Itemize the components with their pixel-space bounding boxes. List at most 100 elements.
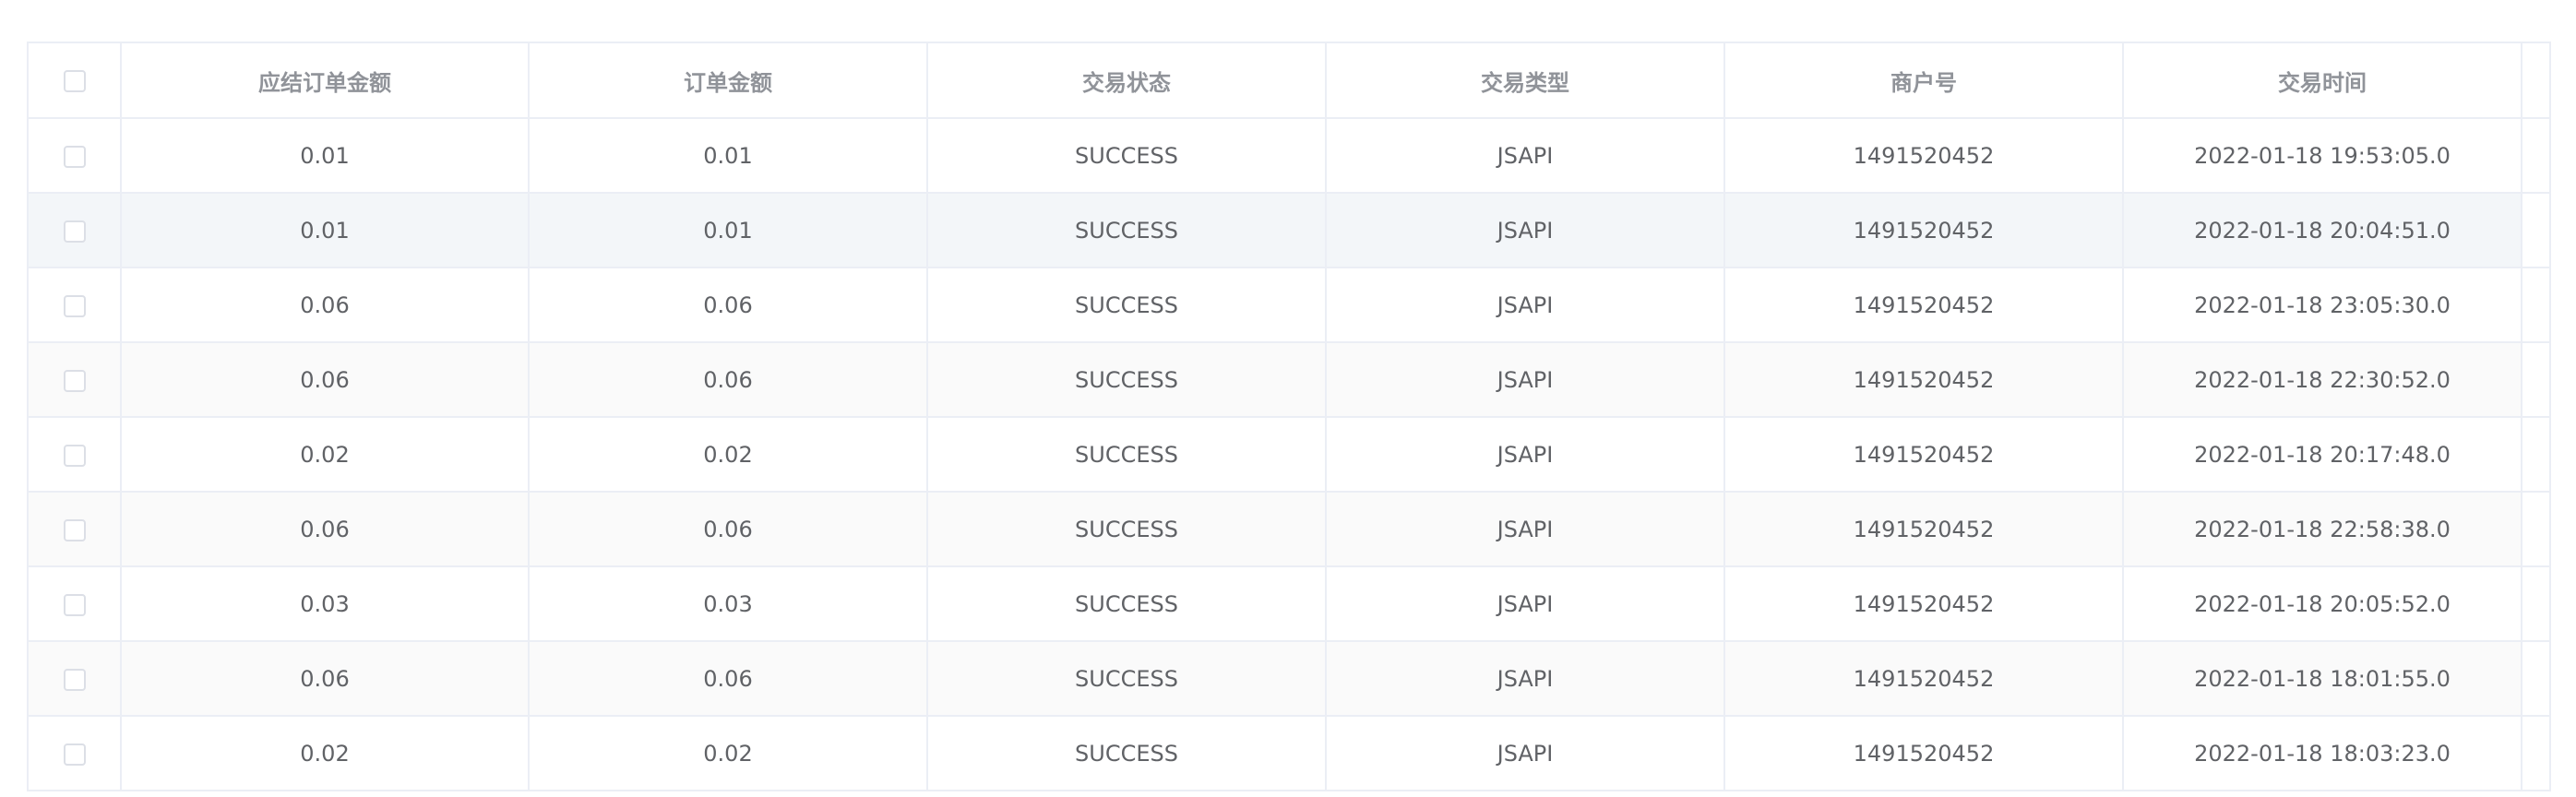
row-select-cell <box>29 268 122 343</box>
row-checkbox[interactable] <box>63 668 86 691</box>
cell-order-amount: 0.06 <box>529 641 928 717</box>
table-gutter <box>2522 118 2549 194</box>
row-select-cell <box>29 342 122 418</box>
cell-settlement-amount: 0.01 <box>121 118 530 194</box>
cell-merchant-id: 1491520452 <box>1724 342 2124 418</box>
column-header-trade-time[interactable]: 交易时间 <box>2123 43 2522 119</box>
table-gutter <box>2522 43 2549 119</box>
cell-order-amount: 0.06 <box>529 342 928 418</box>
table-row[interactable]: 0.02 0.02 SUCCESS JSAPI 1491520452 2022-01-18… <box>29 417 2549 493</box>
cell-order-amount: 0.02 <box>529 716 928 790</box>
cell-trade-type: JSAPI <box>1326 641 1725 717</box>
table-row[interactable]: 0.01 0.01 SUCCESS JSAPI 1491520452 2022-01-18… <box>29 118 2549 194</box>
cell-settlement-amount: 0.01 <box>121 193 530 268</box>
cell-merchant-id: 1491520452 <box>1724 716 2124 790</box>
cell-order-amount: 0.01 <box>529 118 928 194</box>
table-gutter <box>2522 342 2549 418</box>
cell-trade-time: 2022-01-18 20:17:48.0 <box>2123 417 2522 493</box>
cell-trade-time: 2022-01-18 20:05:52.0 <box>2123 566 2522 642</box>
transactions-table: 应结订单金额 订单金额 交易状态 交易类型 商户号 交易时间 0.01 0.01 S… <box>27 42 2551 791</box>
cell-trade-status: SUCCESS <box>927 268 1327 343</box>
table-gutter <box>2522 193 2549 268</box>
row-checkbox[interactable] <box>63 593 86 616</box>
row-select-cell <box>29 716 122 790</box>
column-header-trade-type[interactable]: 交易类型 <box>1326 43 1725 119</box>
cell-trade-status: SUCCESS <box>927 716 1327 790</box>
column-header-merchant-id[interactable]: 商户号 <box>1724 43 2124 119</box>
column-header-settlement-amount[interactable]: 应结订单金额 <box>121 43 530 119</box>
cell-settlement-amount: 0.06 <box>121 492 530 567</box>
cell-trade-type: JSAPI <box>1326 417 1725 493</box>
cell-trade-status: SUCCESS <box>927 118 1327 194</box>
cell-order-amount: 0.02 <box>529 417 928 493</box>
table-row[interactable]: 0.02 0.02 SUCCESS JSAPI 1491520452 2022-01-18… <box>29 716 2549 790</box>
row-checkbox[interactable] <box>63 444 86 467</box>
table-row[interactable]: 0.06 0.06 SUCCESS JSAPI 1491520452 2022-01-18… <box>29 342 2549 418</box>
row-select-cell <box>29 417 122 493</box>
cell-trade-time: 2022-01-18 18:03:23.0 <box>2123 716 2522 790</box>
cell-order-amount: 0.03 <box>529 566 928 642</box>
table-gutter <box>2522 417 2549 493</box>
page: 应结订单金额 订单金额 交易状态 交易类型 商户号 交易时间 0.01 0.01 S… <box>0 0 2576 797</box>
cell-merchant-id: 1491520452 <box>1724 566 2124 642</box>
cell-order-amount: 0.01 <box>529 193 928 268</box>
cell-trade-time: 2022-01-18 19:53:05.0 <box>2123 118 2522 194</box>
cell-merchant-id: 1491520452 <box>1724 268 2124 343</box>
transactions-table-grid: 应结订单金额 订单金额 交易状态 交易类型 商户号 交易时间 0.01 0.01 S… <box>29 43 2549 790</box>
table-row[interactable]: 0.01 0.01 SUCCESS JSAPI 1491520452 2022-01-18… <box>29 193 2549 268</box>
table-gutter <box>2522 566 2549 642</box>
table-gutter <box>2522 268 2549 343</box>
table-row[interactable]: 0.03 0.03 SUCCESS JSAPI 1491520452 2022-01-18… <box>29 566 2549 642</box>
cell-settlement-amount: 0.03 <box>121 566 530 642</box>
row-checkbox[interactable] <box>63 743 86 766</box>
cell-settlement-amount: 0.06 <box>121 342 530 418</box>
row-select-cell <box>29 566 122 642</box>
cell-merchant-id: 1491520452 <box>1724 492 2124 567</box>
cell-merchant-id: 1491520452 <box>1724 641 2124 717</box>
row-checkbox[interactable] <box>63 220 86 243</box>
cell-trade-type: JSAPI <box>1326 566 1725 642</box>
row-checkbox[interactable] <box>63 294 86 317</box>
row-checkbox[interactable] <box>63 145 86 168</box>
column-header-trade-status[interactable]: 交易状态 <box>927 43 1327 119</box>
cell-order-amount: 0.06 <box>529 492 928 567</box>
cell-trade-time: 2022-01-18 23:05:30.0 <box>2123 268 2522 343</box>
cell-trade-status: SUCCESS <box>927 417 1327 493</box>
cell-merchant-id: 1491520452 <box>1724 193 2124 268</box>
cell-settlement-amount: 0.02 <box>121 716 530 790</box>
select-all-cell <box>29 43 122 119</box>
cell-trade-time: 2022-01-18 20:04:51.0 <box>2123 193 2522 268</box>
select-all-checkbox[interactable] <box>63 70 86 92</box>
cell-merchant-id: 1491520452 <box>1724 417 2124 493</box>
cell-trade-type: JSAPI <box>1326 492 1725 567</box>
cell-trade-type: JSAPI <box>1326 268 1725 343</box>
cell-trade-type: JSAPI <box>1326 716 1725 790</box>
row-select-cell <box>29 641 122 717</box>
cell-trade-status: SUCCESS <box>927 641 1327 717</box>
cell-trade-time: 2022-01-18 22:30:52.0 <box>2123 342 2522 418</box>
column-header-order-amount[interactable]: 订单金额 <box>529 43 928 119</box>
cell-merchant-id: 1491520452 <box>1724 118 2124 194</box>
cell-settlement-amount: 0.06 <box>121 641 530 717</box>
table-gutter <box>2522 492 2549 567</box>
cell-trade-time: 2022-01-18 22:58:38.0 <box>2123 492 2522 567</box>
row-checkbox[interactable] <box>63 518 86 541</box>
row-select-cell <box>29 118 122 194</box>
cell-trade-status: SUCCESS <box>927 566 1327 642</box>
row-checkbox[interactable] <box>63 369 86 392</box>
cell-trade-status: SUCCESS <box>927 492 1327 567</box>
cell-trade-status: SUCCESS <box>927 193 1327 268</box>
cell-trade-type: JSAPI <box>1326 193 1725 268</box>
table-body: 0.01 0.01 SUCCESS JSAPI 1491520452 2022-01-18… <box>29 118 2549 790</box>
row-select-cell <box>29 492 122 567</box>
row-select-cell <box>29 193 122 268</box>
cell-trade-status: SUCCESS <box>927 342 1327 418</box>
cell-settlement-amount: 0.02 <box>121 417 530 493</box>
table-row[interactable]: 0.06 0.06 SUCCESS JSAPI 1491520452 2022-01-18… <box>29 641 2549 717</box>
table-gutter <box>2522 641 2549 717</box>
cell-trade-type: JSAPI <box>1326 118 1725 194</box>
table-row[interactable]: 0.06 0.06 SUCCESS JSAPI 1491520452 2022-01-18… <box>29 492 2549 567</box>
table-row[interactable]: 0.06 0.06 SUCCESS JSAPI 1491520452 2022-01-18… <box>29 268 2549 343</box>
cell-trade-type: JSAPI <box>1326 342 1725 418</box>
cell-trade-time: 2022-01-18 18:01:55.0 <box>2123 641 2522 717</box>
